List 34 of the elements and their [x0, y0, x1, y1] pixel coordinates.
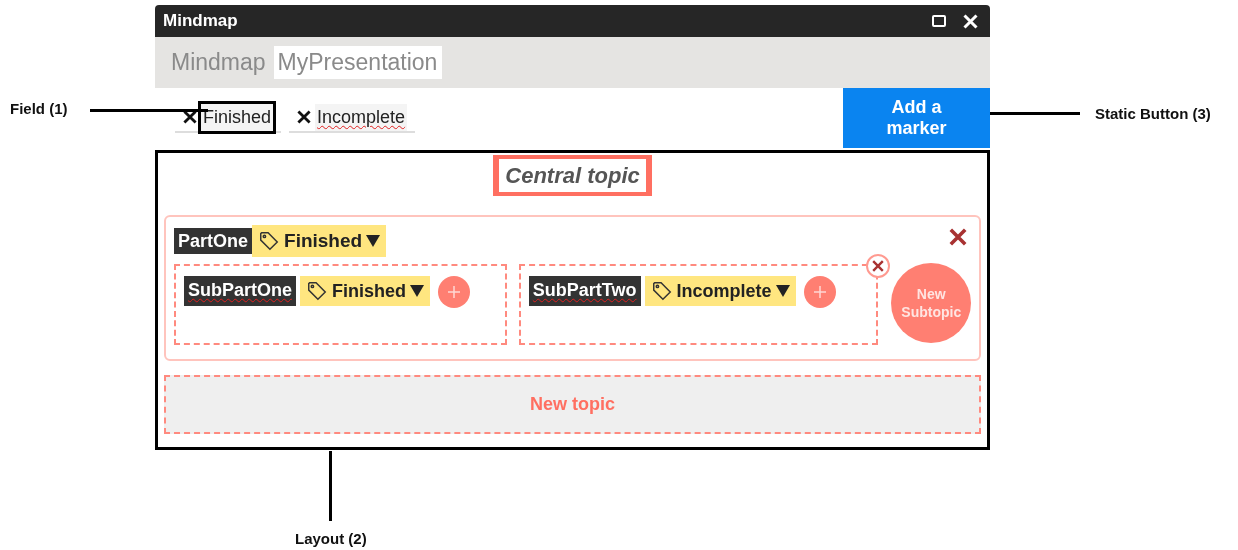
header-label: Mindmap — [171, 48, 266, 78]
tag-icon — [258, 230, 281, 252]
remove-icon — [183, 110, 197, 124]
central-topic[interactable]: Central topic — [499, 159, 646, 192]
caret-icon — [410, 285, 425, 297]
close-button[interactable] — [962, 13, 978, 29]
tag-icon — [306, 280, 329, 302]
plus-icon — [447, 285, 462, 299]
topic-name[interactable]: PartOne — [174, 228, 253, 254]
subtopic-name[interactable]: SubPartOne — [184, 276, 297, 306]
plus-icon — [812, 285, 827, 299]
add-marker-button[interactable]: Add a marker — [843, 88, 990, 148]
delete-topic-button[interactable] — [949, 228, 967, 246]
close-icon — [949, 228, 967, 246]
delete-subtopic-button[interactable] — [866, 254, 891, 278]
annotation-label: Field (1) — [10, 99, 68, 119]
maximize-button[interactable] — [932, 15, 946, 27]
close-icon — [962, 13, 978, 29]
tag-icon — [650, 280, 673, 302]
annotation-label: Layout (2) — [295, 529, 367, 549]
caret-icon — [775, 285, 790, 297]
annotation-label: Static Button (3) — [1095, 104, 1211, 124]
caret-icon — [366, 235, 381, 247]
marker-label: Incomplete — [315, 103, 408, 131]
close-icon — [872, 260, 885, 272]
marker-dropdown[interactable]: Incomplete — [644, 276, 796, 306]
subtopic-name[interactable]: SubPartTwo — [528, 276, 641, 306]
marker-label: Finished — [201, 103, 274, 131]
marker-dropdown[interactable]: Finished — [252, 225, 387, 257]
marker-field[interactable]: Incomplete — [289, 103, 416, 133]
window-title: Mindmap — [163, 10, 238, 33]
remove-icon — [297, 110, 312, 124]
marker-field[interactable]: Finished — [175, 103, 282, 133]
marker-dropdown[interactable]: Finished — [300, 276, 431, 306]
